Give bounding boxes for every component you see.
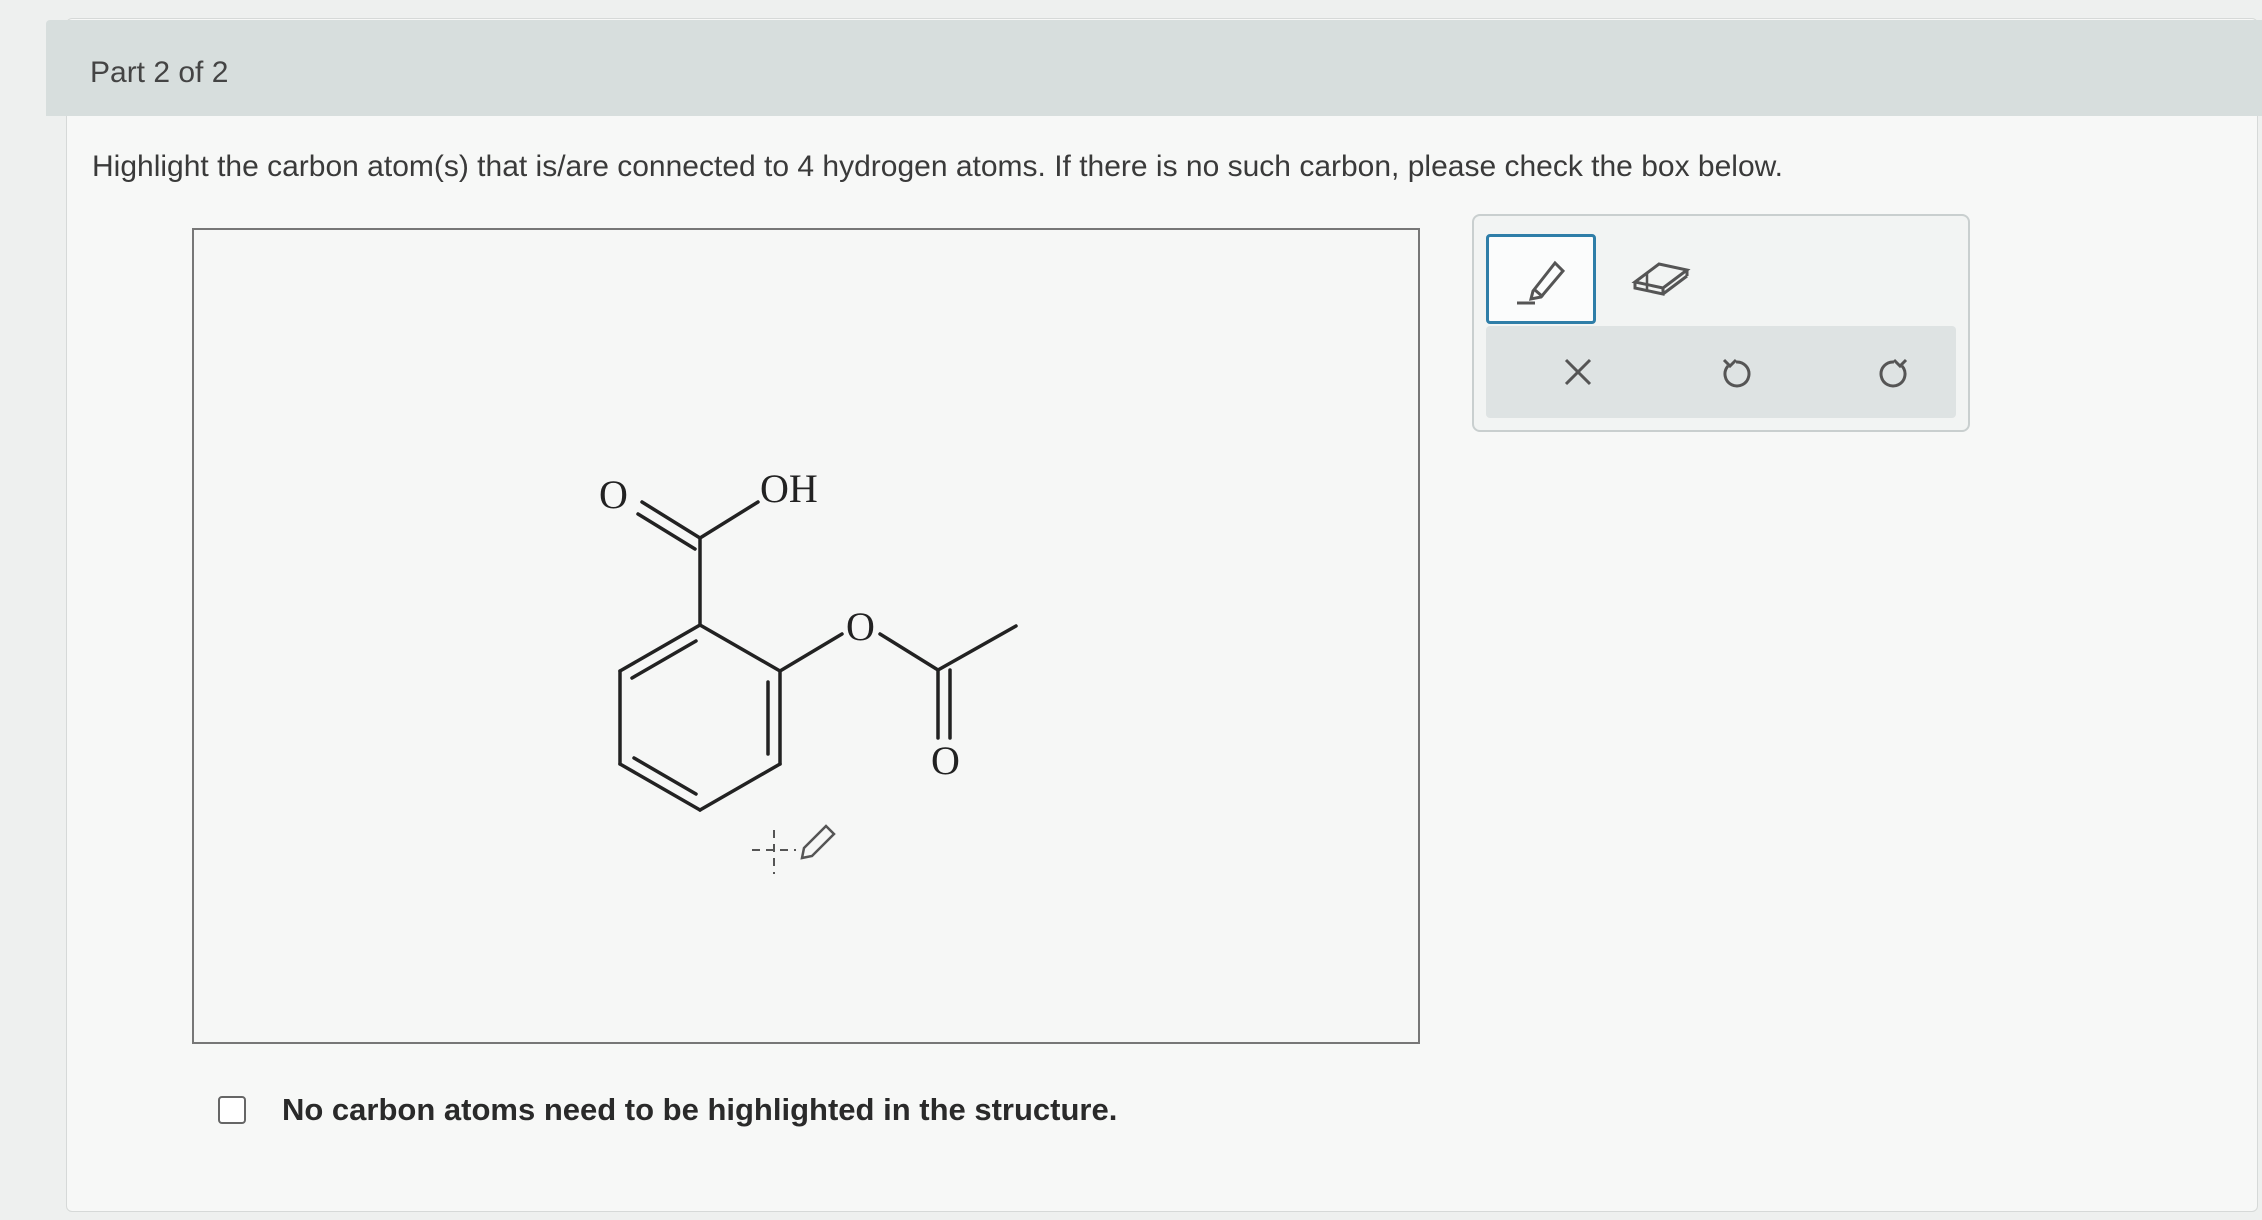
redo-button[interactable] [1864, 344, 1924, 400]
undo-icon [1722, 358, 1751, 388]
ester-oxygen-label: O [846, 604, 875, 649]
part-header: Part 2 of 2 [46, 20, 2262, 116]
undo-button[interactable] [1706, 344, 1766, 400]
ester-carbonyl-oxygen-label: O [931, 738, 960, 783]
no-carbon-option[interactable]: No carbon atoms need to be highlighted i… [218, 1092, 1117, 1128]
eraser-tool-button[interactable] [1608, 234, 1712, 318]
question-instructions: Highlight the carbon atom(s) that is/are… [92, 150, 1783, 183]
molecule-structure[interactable]: O OH O O [194, 230, 1418, 1042]
redo-icon [1879, 358, 1908, 388]
no-carbon-checkbox[interactable] [218, 1096, 246, 1124]
no-carbon-label[interactable]: No carbon atoms need to be highlighted i… [282, 1092, 1117, 1128]
eraser-icon [1631, 262, 1691, 296]
pencil-icon [1517, 260, 1566, 305]
highlight-tool-button[interactable] [1486, 234, 1596, 324]
hydroxyl-label: OH [760, 466, 818, 511]
action-bar [1486, 326, 1956, 418]
benzene-ring[interactable] [618, 623, 782, 812]
highlight-cursor-icon [752, 824, 836, 874]
carbonyl-oxygen-label: O [599, 472, 628, 517]
carboxylic-acid-group[interactable]: O OH [599, 466, 818, 627]
part-label: Part 2 of 2 [90, 56, 229, 89]
acetate-ester-group[interactable]: O O [778, 604, 1018, 783]
structure-toolbar [1472, 214, 1970, 432]
structure-canvas[interactable]: O OH O O [192, 228, 1420, 1044]
clear-button[interactable] [1548, 344, 1608, 400]
close-icon [1564, 358, 1592, 386]
